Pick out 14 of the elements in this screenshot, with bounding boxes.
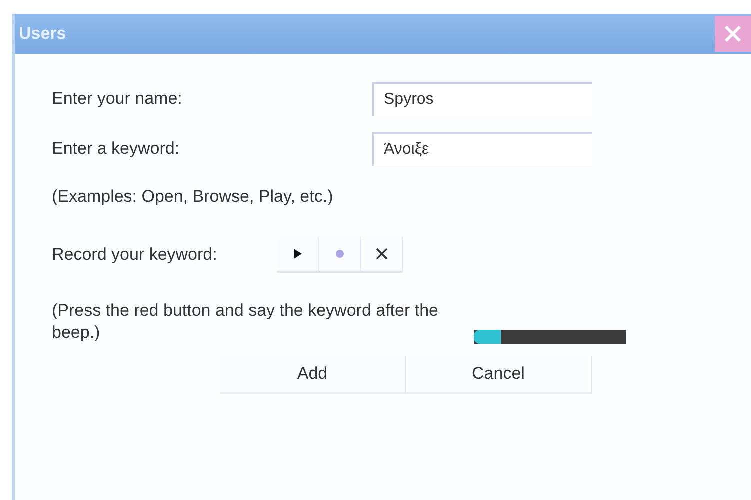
examples-text: (Examples: Open, Browse, Play, etc.) <box>52 186 334 208</box>
field-label: Enter a keyword: <box>52 139 181 159</box>
add-button[interactable]: Add <box>220 356 406 394</box>
close-icon <box>723 24 743 44</box>
dot-icon <box>336 250 344 258</box>
play-icon <box>292 248 304 260</box>
text-field[interactable]: Spyros <box>372 82 592 116</box>
cancel-button[interactable]: Cancel <box>406 356 592 394</box>
instructions-text: (Press the red button and say the keyword after the beep.) <box>52 300 440 344</box>
delete-icon <box>376 248 388 260</box>
record-label: Record your keyword: <box>52 245 218 265</box>
text-field[interactable]: Άνοιξε <box>372 132 592 166</box>
window-title: Users <box>18 24 66 44</box>
field-label: Enter your name: <box>52 89 184 109</box>
